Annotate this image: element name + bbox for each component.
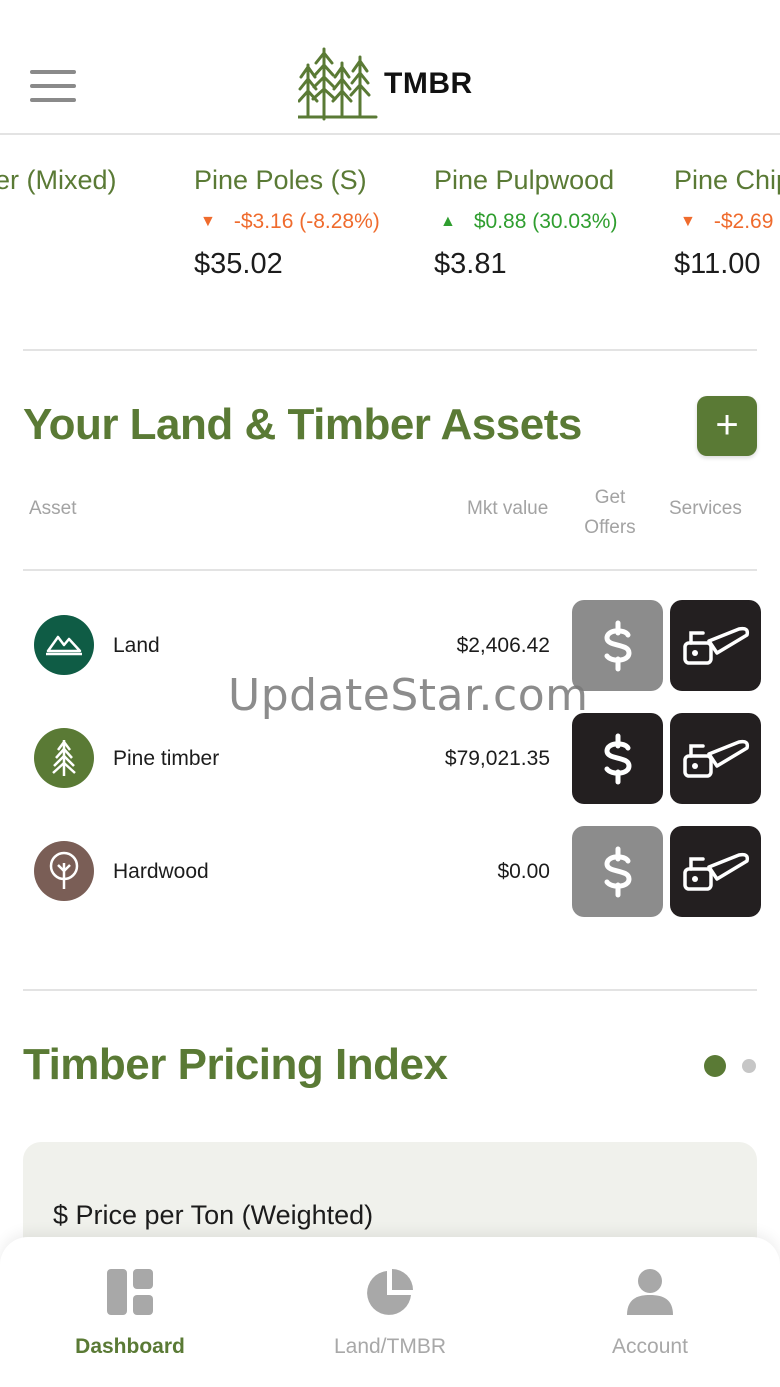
ticker-item[interactable]: Pine Pulpwood ▲ $0.88 (30.03%) $3.81: [434, 165, 617, 281]
ticker-change: ▼ -$3.16 (-8.28%): [200, 210, 380, 233]
pie-chart-icon: [367, 1269, 413, 1315]
trees-logo-icon: [298, 47, 378, 121]
app-header: TMBR: [0, 0, 780, 135]
bottom-navigation: Dashboard Land/TMBR Account: [0, 1237, 780, 1387]
asset-name: Hardwood: [113, 860, 209, 883]
get-offers-button[interactable]: [572, 826, 663, 917]
services-button[interactable]: [670, 713, 761, 804]
chainsaw-icon: [682, 852, 749, 891]
dollar-icon: [603, 846, 632, 897]
get-offers-button[interactable]: [572, 713, 663, 804]
pricing-title: Timber Pricing Index: [23, 1040, 448, 1089]
services-button[interactable]: [670, 600, 761, 691]
price-chart-title: $ Price per Ton (Weighted): [53, 1200, 374, 1230]
chainsaw-icon: [682, 739, 749, 778]
ticker-change: ▼ -$2.69: [680, 210, 774, 233]
dollar-icon: [603, 620, 632, 671]
price-ticker[interactable]: ber (Mixed) Pine Poles (S) ▼ -$3.16 (-8.…: [0, 150, 780, 330]
column-header-get-offers: Get Offers: [584, 487, 636, 538]
arrow-down-icon: ▼: [680, 213, 696, 230]
ticker-name: ber (Mixed): [0, 165, 117, 195]
divider: [23, 989, 757, 991]
menu-icon[interactable]: [30, 70, 76, 104]
arrow-up-icon: ▲: [440, 213, 456, 230]
asset-row-hardwood[interactable]: Hardwood $0.00: [0, 826, 780, 918]
ticker-price: $35.02: [194, 248, 283, 280]
assets-title: Your Land & Timber Assets: [23, 400, 582, 449]
deciduous-tree-icon: [34, 841, 94, 901]
ticker-item[interactable]: Pine Poles (S) ▼ -$3.16 (-8.28%) $35.02: [194, 165, 380, 281]
divider: [23, 569, 757, 571]
logo-text: TMBR: [384, 67, 473, 100]
app-logo: TMBR: [298, 44, 473, 124]
asset-name: Pine timber: [113, 747, 220, 770]
column-header-services: Services: [669, 498, 742, 519]
divider: [23, 349, 757, 351]
asset-name: Land: [113, 634, 160, 657]
mountain-icon: [34, 615, 94, 675]
nav-account[interactable]: Account: [550, 1267, 750, 1359]
asset-value: $2,406.42: [456, 634, 550, 657]
asset-row-pine-timber[interactable]: Pine timber $79,021.35: [0, 713, 780, 805]
ticker-item[interactable]: ber (Mixed): [0, 165, 117, 196]
watermark: UpdateStar.com: [228, 670, 589, 721]
dashboard-icon: [107, 1269, 153, 1315]
ticker-item[interactable]: Pine Chip ▼ -$2.69 $11.00: [674, 165, 780, 281]
ticker-name: Pine Pulpwood: [434, 165, 615, 195]
arrow-down-icon: ▼: [200, 213, 216, 230]
column-header-asset: Asset: [29, 498, 77, 519]
asset-value: $79,021.35: [444, 747, 550, 770]
add-asset-button[interactable]: +: [697, 396, 757, 456]
nav-dashboard[interactable]: Dashboard: [30, 1267, 230, 1359]
nav-land-tmbr[interactable]: Land/TMBR: [290, 1267, 490, 1359]
ticker-change: ▲ $0.88 (30.03%): [440, 210, 618, 233]
ticker-price: $3.81: [434, 248, 507, 280]
user-icon: [627, 1269, 673, 1315]
chainsaw-icon: [682, 626, 749, 665]
column-header-mkt-value: Mkt value: [467, 498, 549, 519]
ticker-name: Pine Poles (S): [194, 165, 367, 195]
services-button[interactable]: [670, 826, 761, 917]
pagination-dot-active[interactable]: [704, 1055, 726, 1077]
dollar-icon: [603, 733, 632, 784]
asset-value: $0.00: [497, 860, 550, 883]
ticker-name: Pine Chip: [674, 165, 780, 195]
pine-tree-icon: [34, 728, 94, 788]
ticker-price: $11.00: [674, 248, 761, 280]
pagination-dot[interactable]: [742, 1059, 756, 1073]
